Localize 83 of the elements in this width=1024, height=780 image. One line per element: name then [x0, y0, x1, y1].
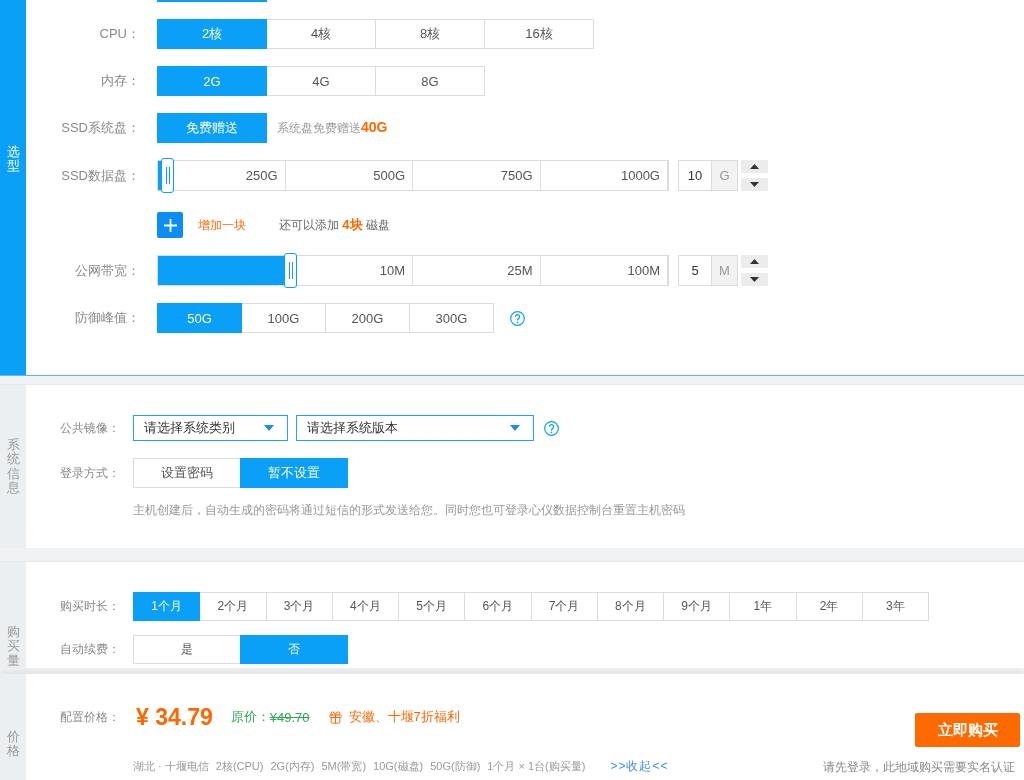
option-button[interactable]: 2个月: [199, 592, 267, 621]
slider-track[interactable]: 10M 25M 100M: [157, 255, 669, 286]
field-label: 公共镜像：: [60, 419, 120, 437]
caret-down-icon: [510, 425, 520, 431]
option-button[interactable]: 300G: [409, 303, 494, 333]
section-title: 价格: [6, 730, 20, 759]
add-button[interactable]: [157, 212, 183, 238]
decrement-button[interactable]: [741, 178, 768, 191]
option-button[interactable]: 4核: [266, 19, 376, 49]
summary-item: 50G(防御): [430, 758, 481, 774]
help-icon[interactable]: [544, 420, 559, 436]
field-label: 内存：: [101, 72, 140, 90]
option-button[interactable]: 是: [133, 635, 241, 664]
summary-item: 1个月 × 1台(购买量): [487, 758, 586, 774]
section-title: 选型: [6, 145, 20, 174]
dropdown-select[interactable]: 请选择系统类别: [133, 415, 288, 441]
help-icon[interactable]: [510, 310, 525, 326]
number-input[interactable]: 10: [678, 160, 712, 191]
notice-text: 请先登录，此地域购买需要实名认证: [823, 759, 1015, 776]
field-label: SSD数据盘：: [61, 166, 140, 185]
option-button[interactable]: 16核: [484, 19, 594, 49]
price-amount: ¥ 34.79: [136, 703, 213, 731]
hint-text: 主机创建后，自动生成的密码将通过短信的形式发送给您。同时您也可登录心仪数据控制台重置主机密码: [133, 503, 685, 517]
slider-track[interactable]: 250G 500G 750G 1000G: [157, 160, 669, 191]
option-button[interactable]: 6个月: [464, 592, 532, 621]
number-input[interactable]: 5: [678, 255, 712, 286]
section-title: 系统信息: [6, 437, 20, 496]
unit-label: M: [712, 255, 738, 286]
option-button[interactable]: 4个月: [331, 592, 399, 621]
decrement-button[interactable]: [741, 273, 768, 286]
dropdown-select[interactable]: 请选择系统版本: [296, 415, 534, 441]
promo-text: 安徽、十堰7折福利: [348, 708, 460, 726]
field-label: 配置价格：: [60, 708, 120, 726]
increment-button[interactable]: [741, 255, 768, 268]
option-button[interactable]: 8核: [375, 19, 485, 49]
field-label: 自动续费：: [60, 641, 120, 658]
summary-item: 2G(内存): [270, 758, 315, 774]
note-text: 系统盘免费赠送40G: [277, 119, 388, 137]
caret-up-icon: [750, 164, 759, 169]
field-label: 登录方式：: [60, 464, 120, 482]
summary-item: 湖北 · 十堰电信: [133, 758, 209, 774]
field-label: 公网带宽：: [75, 261, 140, 280]
field-label: 防御峰值：: [75, 309, 140, 327]
scale-label: 500G: [373, 168, 405, 183]
original-price-label: 原价：: [230, 708, 270, 726]
summary-item: 2核(CPU): [215, 758, 264, 774]
option-button[interactable]: 7个月: [530, 592, 598, 621]
field-label: SSD系统盘：: [61, 119, 140, 137]
caret-up-icon: [750, 259, 759, 264]
field-label: CPU：: [99, 25, 140, 43]
caret-down-icon: [264, 425, 274, 431]
option-button[interactable]: 2年: [795, 592, 863, 621]
collapse-link[interactable]: >>收起<<: [610, 757, 669, 775]
option-button[interactable]: 9个月: [663, 592, 731, 621]
caret-down-icon: [750, 182, 759, 187]
unit-label: G: [712, 160, 738, 191]
summary-item: 10G(磁盘): [373, 758, 424, 774]
option-button[interactable]: 设置密码: [133, 458, 241, 488]
option-button[interactable]: 3个月: [265, 592, 333, 621]
option-button[interactable]: 8G: [375, 66, 485, 96]
plus-icon: [163, 218, 177, 232]
scale-label: 1000G: [620, 168, 660, 183]
scale-label: 100M: [627, 263, 660, 278]
summary-item: 5M(带宽): [321, 758, 367, 774]
option-button[interactable]: 8个月: [596, 592, 664, 621]
scale-label: 250G: [245, 168, 278, 183]
gift-icon: [327, 709, 343, 725]
option-button[interactable]: 1年: [729, 592, 797, 621]
slider-thumb[interactable]: [161, 158, 175, 193]
scale-label: 750G: [500, 168, 533, 183]
scale-label: 25M: [507, 263, 533, 278]
field-label: 购买时长：: [60, 598, 120, 615]
option-button[interactable]: 5个月: [398, 592, 466, 621]
disk-quota-text: 还可以添加 4块 磁盘: [279, 216, 390, 234]
original-price: ¥49.70: [269, 709, 310, 725]
option-button[interactable]: 200G: [325, 303, 410, 333]
caret-down-icon: [750, 277, 759, 282]
option-button[interactable]: 4G: [266, 66, 376, 96]
option-button[interactable]: 100G: [241, 303, 326, 333]
scale-label: 10M: [379, 263, 405, 278]
increment-button[interactable]: [741, 160, 768, 173]
section-title: 购买量: [6, 625, 20, 668]
option-button[interactable]: 3年: [861, 592, 929, 621]
